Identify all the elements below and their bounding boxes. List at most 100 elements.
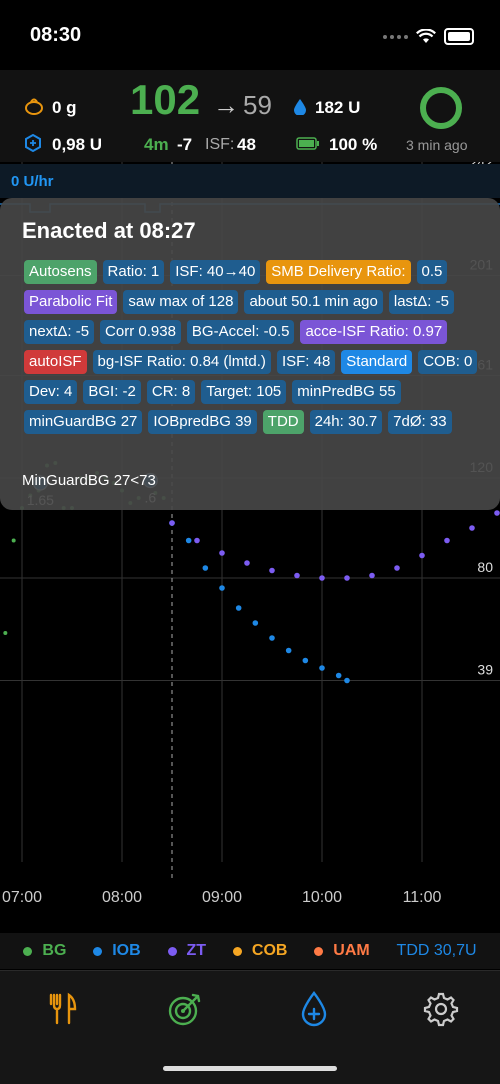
pump-battery-value: 100 % — [329, 135, 378, 154]
iob-icon — [25, 134, 41, 152]
isf-label: ISF: — [205, 136, 235, 153]
x-tick-label: 09:00 — [202, 889, 242, 906]
legend-label: UAM — [333, 942, 370, 959]
legend-dot — [23, 946, 33, 956]
wifi-icon — [416, 29, 436, 43]
home-indicator — [163, 1066, 337, 1071]
legend-item-zt: ZT — [167, 942, 206, 960]
iob-value: 0,98 U — [52, 135, 103, 154]
carbs-value: 0 g — [52, 98, 77, 117]
tab-targets[interactable] — [165, 989, 205, 1029]
reason-tag: lastΔ: -5 — [388, 290, 454, 314]
tab-bolus[interactable] — [294, 989, 334, 1029]
chart-point-iob — [344, 677, 350, 684]
legend-item-bg: BG — [23, 942, 66, 960]
x-tick-label: 11:00 — [403, 889, 442, 906]
chart-point-bg — [3, 631, 8, 635]
fork-knife-icon — [49, 992, 77, 1025]
chart-point-zt — [294, 572, 300, 579]
chart-point-zt — [369, 572, 375, 579]
chart-point-zt — [394, 565, 400, 571]
chart-point-zt — [244, 560, 250, 566]
chart-point-iob — [202, 565, 209, 571]
chart-point-zt — [194, 537, 200, 544]
reason-tag: about 50.1 min ago — [244, 290, 383, 314]
reason-tag: SMB Delivery Ratio: — [266, 260, 411, 284]
chart-point-zt — [169, 520, 175, 526]
chart-point-zt — [469, 525, 475, 531]
reason-tag: IOBpredBG 39 — [148, 410, 257, 434]
legend-tdd: TDD 30,7U — [396, 942, 477, 959]
tab-carbs[interactable] — [42, 989, 82, 1029]
chart-legend: BG IOB ZT COB UAM TDD 30,7U — [0, 933, 500, 969]
reason-tag: 7dØ: 33 — [388, 410, 452, 434]
temp-basal-bar: 0 U/hr — [0, 164, 500, 198]
reservoir-drop-icon — [294, 99, 306, 115]
reason-tag: saw max of 128 — [123, 290, 239, 314]
reason-tag: ISF: 48 — [276, 350, 336, 374]
reason-tag: acce-ISF Ratio: 0.97 — [300, 320, 448, 344]
reason-tag: BGI: -2 — [83, 380, 141, 404]
trend-arrow: → — [213, 90, 239, 120]
pump-battery-icon — [296, 137, 319, 150]
chart-point-zt — [419, 552, 425, 559]
reason-tag: 24h: 30.7 — [309, 410, 383, 434]
status-time: 08:30 — [30, 24, 82, 46]
y-tick-label: 39 — [477, 662, 493, 678]
tab-settings[interactable] — [421, 989, 461, 1029]
minutes-ago: 4m — [144, 135, 169, 154]
legend-label: BG — [42, 942, 67, 959]
carbs-icon — [25, 98, 43, 115]
legend-item-iob: IOB — [93, 942, 141, 960]
chart-point-zt — [344, 575, 350, 581]
legend-dot — [93, 946, 103, 956]
legend-label: IOB — [112, 942, 141, 959]
chart-point-iob — [235, 605, 242, 611]
reason-tag: Corr 0.938 — [100, 320, 181, 344]
reason-tag: 0.5 — [416, 260, 448, 284]
bg-delta: -7 — [177, 135, 193, 154]
reason-tag: Dev: 4 — [24, 380, 78, 404]
loop-status-ring-icon[interactable] — [418, 85, 464, 131]
reason-tag: TDD — [262, 410, 304, 434]
chart-point-iob — [269, 635, 275, 641]
legend-dot — [232, 946, 242, 956]
reason-tag: Target: 105 — [201, 380, 287, 404]
chart-point-zt — [219, 550, 225, 556]
chart-point-iob — [335, 672, 342, 679]
chart-point-zt — [444, 537, 450, 544]
reason-tag: autoISF — [24, 350, 87, 374]
chart-point-iob — [252, 620, 259, 626]
isf-value: 48 — [237, 135, 256, 154]
gear-icon — [423, 992, 459, 1027]
legend-dot — [167, 946, 177, 956]
popup-footer: MinGuardBG 27<73 — [22, 472, 156, 489]
y-tick-label: 80 — [477, 559, 493, 575]
legend-label: COB — [251, 942, 288, 959]
temp-basal-rate: 0 U/hr — [11, 173, 54, 190]
x-tick-label: 10:00 — [302, 889, 342, 906]
reason-tag: ISF: 40→40 — [170, 260, 261, 284]
reason-tag: Standard — [341, 350, 413, 374]
legend-item-uam: UAM — [314, 942, 370, 960]
reservoir-value: 182 U — [315, 98, 361, 117]
reason-tag: BG-Accel: -0.5 — [186, 320, 295, 344]
reason-tag: bg-ISF Ratio: 0.84 (lmtd.) — [92, 350, 271, 374]
status-header[interactable]: 0 g 102 → 59 182 U 0,98 U 4m -7 ISF: 48 … — [0, 70, 500, 162]
chart-point-zt — [494, 510, 500, 516]
chart-point-iob — [185, 537, 192, 544]
enacted-popup[interactable]: Enacted at 08:27 Autosens Ratio: 1 ISF: 40… — [0, 198, 500, 510]
reason-tag: CR: 8 — [146, 380, 196, 404]
chart-point-iob — [319, 665, 325, 671]
chart-point-bg — [11, 538, 16, 543]
legend-dot — [314, 946, 324, 956]
reason-tag: Autosens — [24, 260, 97, 284]
reason-tag: Ratio: 1 — [102, 260, 165, 284]
chart-point-iob — [219, 585, 225, 591]
loop-last-run: 3 min ago — [406, 137, 468, 153]
bg-value: 102 — [130, 76, 201, 123]
legend-item-cob: COB — [232, 942, 288, 960]
insulin-drop-icon — [301, 991, 327, 1027]
reason-tag: COB: 0 — [418, 350, 478, 374]
reason-tag: minGuardBG 27 — [24, 410, 143, 434]
